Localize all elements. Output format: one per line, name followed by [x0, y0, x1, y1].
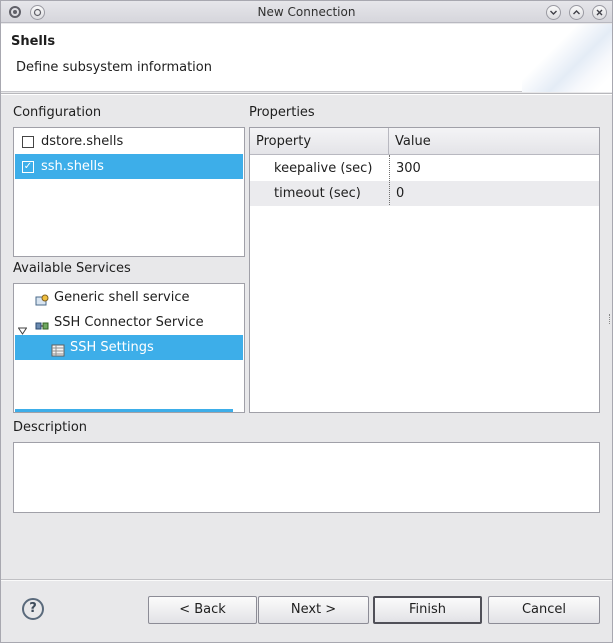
tree-item-label: SSH Settings [70, 340, 154, 355]
horizontal-scrollbar[interactable] [15, 409, 233, 412]
configuration-label: Configuration [13, 105, 102, 120]
tree-item-ssh-connector-service[interactable]: SSH Connector Service [15, 310, 243, 335]
cancel-button[interactable]: Cancel [488, 596, 600, 624]
column-header-label: Value [395, 134, 431, 149]
next-button-label: Next > [290, 602, 337, 617]
properties-table[interactable]: Property Value keepalive (sec) 300 timeo… [249, 127, 600, 413]
column-header-value[interactable]: Value [389, 128, 599, 155]
finish-button[interactable]: Finish [373, 596, 482, 624]
header-separator [1, 93, 612, 95]
wizard-header: Shells Define subsystem information [1, 24, 612, 92]
shell-service-icon [35, 291, 49, 306]
header-banner-graphic [522, 24, 612, 92]
tree-item-label: SSH Connector Service [54, 315, 204, 330]
column-divider [389, 155, 390, 205]
config-item-dstore-shells[interactable]: dstore.shells [15, 129, 243, 154]
available-services-label: Available Services [13, 261, 131, 276]
help-icon[interactable]: ? [22, 598, 44, 620]
configuration-list[interactable]: dstore.shells ✓ ssh.shells [13, 127, 245, 257]
property-name: timeout (sec) [274, 186, 361, 201]
description-label: Description [13, 420, 88, 435]
page-title: Shells [11, 34, 56, 49]
back-button[interactable]: < Back [148, 596, 257, 624]
window-title: New Connection [257, 5, 356, 19]
config-item-label: dstore.shells [41, 134, 124, 149]
tree-item-generic-shell-service[interactable]: Generic shell service [15, 285, 243, 310]
property-name: keepalive (sec) [274, 161, 373, 176]
properties-label: Properties [249, 105, 315, 120]
config-item-ssh-shells[interactable]: ✓ ssh.shells [15, 154, 243, 179]
cancel-button-label: Cancel [521, 602, 567, 617]
tree-item-label: Generic shell service [54, 290, 190, 305]
config-item-label: ssh.shells [41, 159, 104, 174]
settings-table-icon [51, 341, 65, 357]
splitter-handle[interactable] [609, 314, 612, 324]
page-description: Define subsystem information [16, 60, 212, 75]
tree-item-ssh-settings[interactable]: SSH Settings [15, 335, 243, 360]
next-button[interactable]: Next > [258, 596, 369, 624]
property-row-keepalive[interactable]: keepalive (sec) 300 [250, 156, 599, 181]
new-connection-dialog: New Connection Shells Define subsystem i… [0, 0, 613, 643]
description-area [13, 442, 600, 513]
close-button[interactable] [592, 5, 607, 20]
maximize-button[interactable] [569, 5, 584, 20]
available-services-tree[interactable]: Generic shell service SSH Connector Serv… [13, 283, 245, 413]
column-header-property[interactable]: Property [250, 128, 389, 155]
finish-button-label: Finish [408, 602, 446, 617]
property-value[interactable]: 300 [396, 156, 421, 181]
connector-icon [35, 316, 49, 330]
property-value[interactable]: 0 [396, 181, 404, 206]
expand-triangle-icon[interactable] [17, 319, 28, 335]
ssh-shells-checkbox[interactable]: ✓ [22, 161, 34, 173]
minimize-button[interactable] [546, 5, 561, 20]
title-bar[interactable]: New Connection [1, 1, 612, 23]
column-header-label: Property [256, 134, 312, 149]
back-button-label: < Back [179, 602, 226, 617]
footer-separator [1, 579, 612, 581]
property-row-timeout[interactable]: timeout (sec) 0 [250, 181, 599, 206]
dstore-shells-checkbox[interactable] [22, 136, 34, 148]
